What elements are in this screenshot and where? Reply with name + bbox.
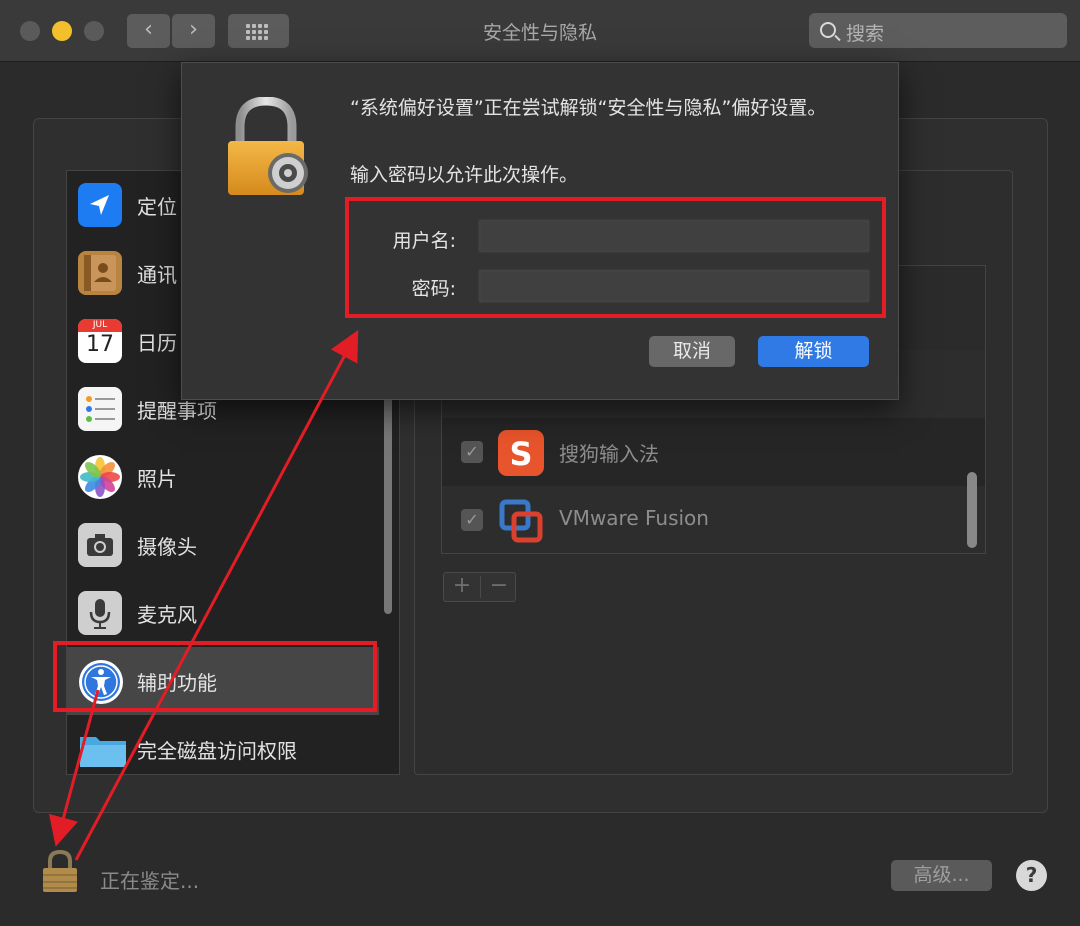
arrow-to-credentials bbox=[74, 330, 359, 861]
annotation-arrows bbox=[48, 330, 359, 861]
arrow-to-lock bbox=[48, 689, 100, 847]
